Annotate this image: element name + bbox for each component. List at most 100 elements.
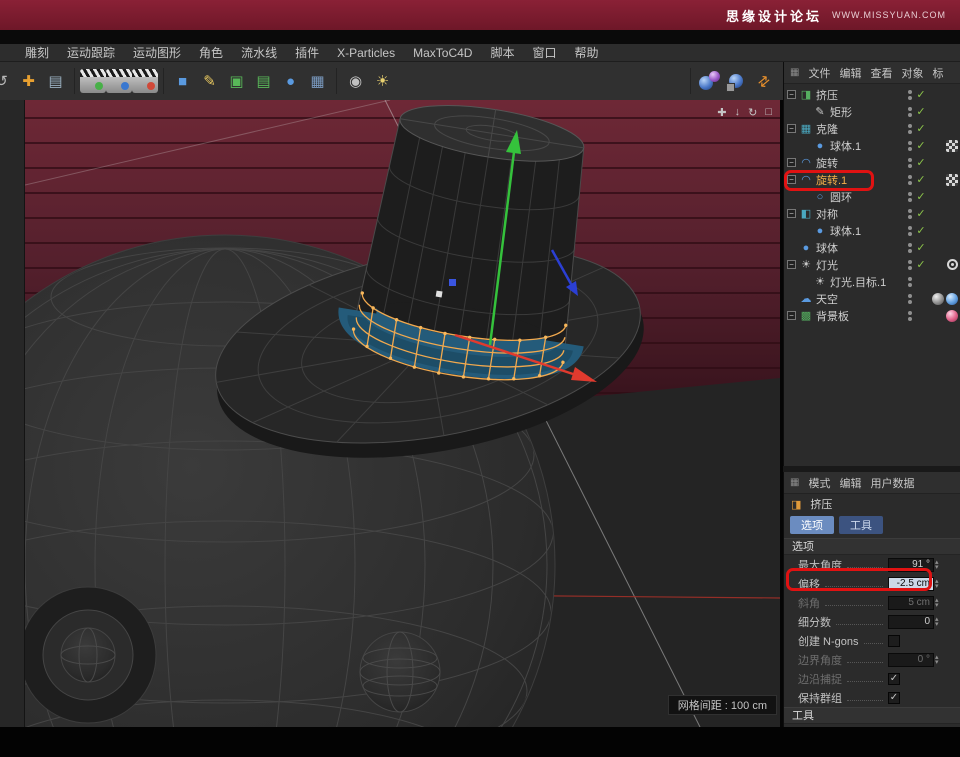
menu-maxtoc4d[interactable]: MaxToC4D bbox=[404, 46, 481, 60]
visibility-dots[interactable] bbox=[908, 107, 912, 117]
stepper[interactable]: ▴▾ bbox=[935, 598, 939, 608]
tree-item-background[interactable]: − ▩ 背景板 bbox=[784, 307, 960, 324]
visibility-dots[interactable] bbox=[908, 243, 912, 253]
menu-pipeline[interactable]: 流水线 bbox=[232, 44, 286, 61]
max-angle-input[interactable]: 91 ° bbox=[888, 558, 934, 572]
menu-tags[interactable]: 标 bbox=[932, 65, 943, 81]
tree-item-lathe[interactable]: − ◠ 旋转 ✓ bbox=[784, 154, 960, 171]
tree-item-lathe-1-selected[interactable]: − ◠ 旋转.1 ✓ bbox=[784, 171, 960, 188]
enabled-check-icon[interactable]: ✓ bbox=[915, 224, 927, 237]
visibility-dots[interactable] bbox=[908, 192, 912, 202]
create-ngons-checkbox[interactable] bbox=[888, 635, 900, 647]
visibility-dots[interactable] bbox=[908, 90, 912, 100]
menu-mode[interactable]: 模式 bbox=[808, 475, 830, 491]
menu-user-data[interactable]: 用户数据 bbox=[870, 475, 914, 491]
collapse-icon[interactable]: − bbox=[787, 209, 796, 218]
material-tag-icon[interactable] bbox=[932, 293, 944, 305]
enabled-check-icon[interactable]: ✓ bbox=[915, 241, 927, 254]
rotate-icon[interactable]: ↻ bbox=[748, 106, 757, 119]
collapse-icon[interactable]: − bbox=[787, 124, 796, 133]
subdivision-input[interactable]: 0 bbox=[888, 615, 934, 629]
tree-item-light[interactable]: − ☀ 灯光 ✓ bbox=[784, 256, 960, 273]
menu-motion-tracker[interactable]: 运动跟踪 bbox=[58, 44, 124, 61]
motion-clip-icon[interactable] bbox=[80, 69, 106, 93]
visibility-dots[interactable] bbox=[908, 175, 912, 185]
menu-object[interactable]: 对象 bbox=[901, 65, 923, 81]
enabled-check-icon[interactable]: ✓ bbox=[915, 258, 927, 271]
origin-handle[interactable] bbox=[436, 291, 443, 298]
offset-input[interactable]: -2.5 cm bbox=[888, 577, 934, 591]
texture-tag-icon[interactable] bbox=[946, 174, 958, 186]
enabled-check-icon[interactable]: ✓ bbox=[915, 139, 927, 152]
visibility-dots[interactable] bbox=[908, 260, 912, 270]
visibility-dots[interactable] bbox=[908, 124, 912, 134]
visibility-dots[interactable] bbox=[908, 311, 912, 321]
enabled-check-icon[interactable]: ✓ bbox=[915, 88, 927, 101]
material-tag-icon[interactable] bbox=[946, 293, 958, 305]
boundary-angle-input[interactable]: 0 ° bbox=[888, 653, 934, 667]
menu-view[interactable]: 查看 bbox=[870, 65, 892, 81]
axis-plane-handle[interactable] bbox=[449, 279, 456, 286]
menu-edit[interactable]: 编辑 bbox=[839, 475, 861, 491]
options-section-header[interactable]: 选项 bbox=[784, 538, 960, 555]
tree-item-light-target[interactable]: ☀ 灯光.目标.1 bbox=[784, 273, 960, 290]
motion-camera-icon[interactable] bbox=[132, 69, 158, 93]
undo-icon[interactable]: ↺ bbox=[0, 67, 15, 95]
tool-section-header[interactable]: 工具 bbox=[784, 707, 960, 724]
panel-grip-icon[interactable]: ▦ bbox=[790, 477, 799, 488]
tree-item-cloner[interactable]: − ▦ 克隆 ✓ bbox=[784, 120, 960, 137]
stepper[interactable]: ▴▾ bbox=[935, 655, 939, 665]
menu-edit[interactable]: 编辑 bbox=[839, 65, 861, 81]
menu-file[interactable]: 文件 bbox=[808, 65, 830, 81]
button-sphere[interactable] bbox=[360, 632, 440, 712]
collapse-icon[interactable]: − bbox=[787, 158, 796, 167]
camera-icon[interactable]: ◉ bbox=[342, 67, 369, 95]
material-tag-icon[interactable] bbox=[946, 310, 958, 322]
collapse-icon[interactable]: − bbox=[787, 260, 796, 269]
collapse-icon[interactable]: − bbox=[787, 90, 796, 99]
metaball-icon[interactable]: ● bbox=[277, 67, 304, 95]
tree-item-symmetry[interactable]: − ◧ 对称 ✓ bbox=[784, 205, 960, 222]
menu-character[interactable]: 角色 bbox=[190, 44, 232, 61]
eye-torus[interactable] bbox=[25, 587, 156, 723]
menu-plugins[interactable]: 插件 bbox=[286, 44, 328, 61]
enabled-check-icon[interactable]: ✓ bbox=[915, 173, 927, 186]
boole-icon[interactable]: ▤ bbox=[250, 67, 277, 95]
maximize-icon[interactable]: □ bbox=[765, 106, 772, 119]
viewport-3d-scene[interactable] bbox=[25, 100, 780, 727]
enabled-check-icon[interactable]: ✓ bbox=[915, 105, 927, 118]
stepper[interactable]: ▴▾ bbox=[935, 617, 939, 627]
visibility-dots[interactable] bbox=[908, 158, 912, 168]
bevel-input[interactable]: 5 cm bbox=[888, 596, 934, 610]
zoom-icon[interactable]: ↓ bbox=[735, 106, 741, 119]
tree-item-rectangle[interactable]: ✎ 矩形 ✓ bbox=[784, 103, 960, 120]
preserve-groups-checkbox[interactable]: ✓ bbox=[888, 692, 900, 704]
tree-item-sphere-1b[interactable]: ● 球体.1 ✓ bbox=[784, 222, 960, 239]
menu-window[interactable]: 窗口 bbox=[523, 44, 565, 61]
enabled-check-icon[interactable]: ✓ bbox=[915, 156, 927, 169]
tab-tool[interactable]: 工具 bbox=[839, 516, 883, 534]
visibility-dots[interactable] bbox=[908, 141, 912, 151]
panel-grip-icon[interactable]: ▦ bbox=[790, 67, 799, 78]
visibility-dots[interactable] bbox=[908, 226, 912, 236]
menu-help[interactable]: 帮助 bbox=[566, 44, 608, 61]
viewport[interactable]: ✚ ↓ ↻ □ 网格间距 : 100 cm bbox=[25, 100, 780, 727]
motion-tracker-icon[interactable] bbox=[106, 69, 132, 93]
tree-item-sky[interactable]: ☁ 天空 bbox=[784, 290, 960, 307]
stepper[interactable]: ▴▾ bbox=[935, 579, 939, 589]
texture-tag-icon[interactable] bbox=[946, 140, 958, 152]
collapse-icon[interactable]: − bbox=[787, 311, 796, 320]
target-tag-icon[interactable] bbox=[947, 259, 958, 270]
enabled-check-icon[interactable]: ✓ bbox=[915, 122, 927, 135]
edge-snap-checkbox[interactable]: ✓ bbox=[888, 673, 900, 685]
enabled-check-icon[interactable]: ✓ bbox=[915, 190, 927, 203]
pan-icon[interactable]: ✚ bbox=[717, 106, 726, 119]
record-icon[interactable]: ▤ bbox=[42, 67, 69, 95]
enabled-check-icon[interactable]: ✓ bbox=[915, 207, 927, 220]
tree-item-circle[interactable]: ○ 圆环 ✓ bbox=[784, 188, 960, 205]
subdivision-surface-icon[interactable]: ▣ bbox=[223, 67, 250, 95]
coordinate-icon[interactable]: ✚ bbox=[15, 67, 42, 95]
tab-options[interactable]: 选项 bbox=[790, 516, 834, 534]
tree-item-sphere[interactable]: ● 球体 ✓ bbox=[784, 239, 960, 256]
menu-xparticles[interactable]: X-Particles bbox=[328, 46, 404, 60]
